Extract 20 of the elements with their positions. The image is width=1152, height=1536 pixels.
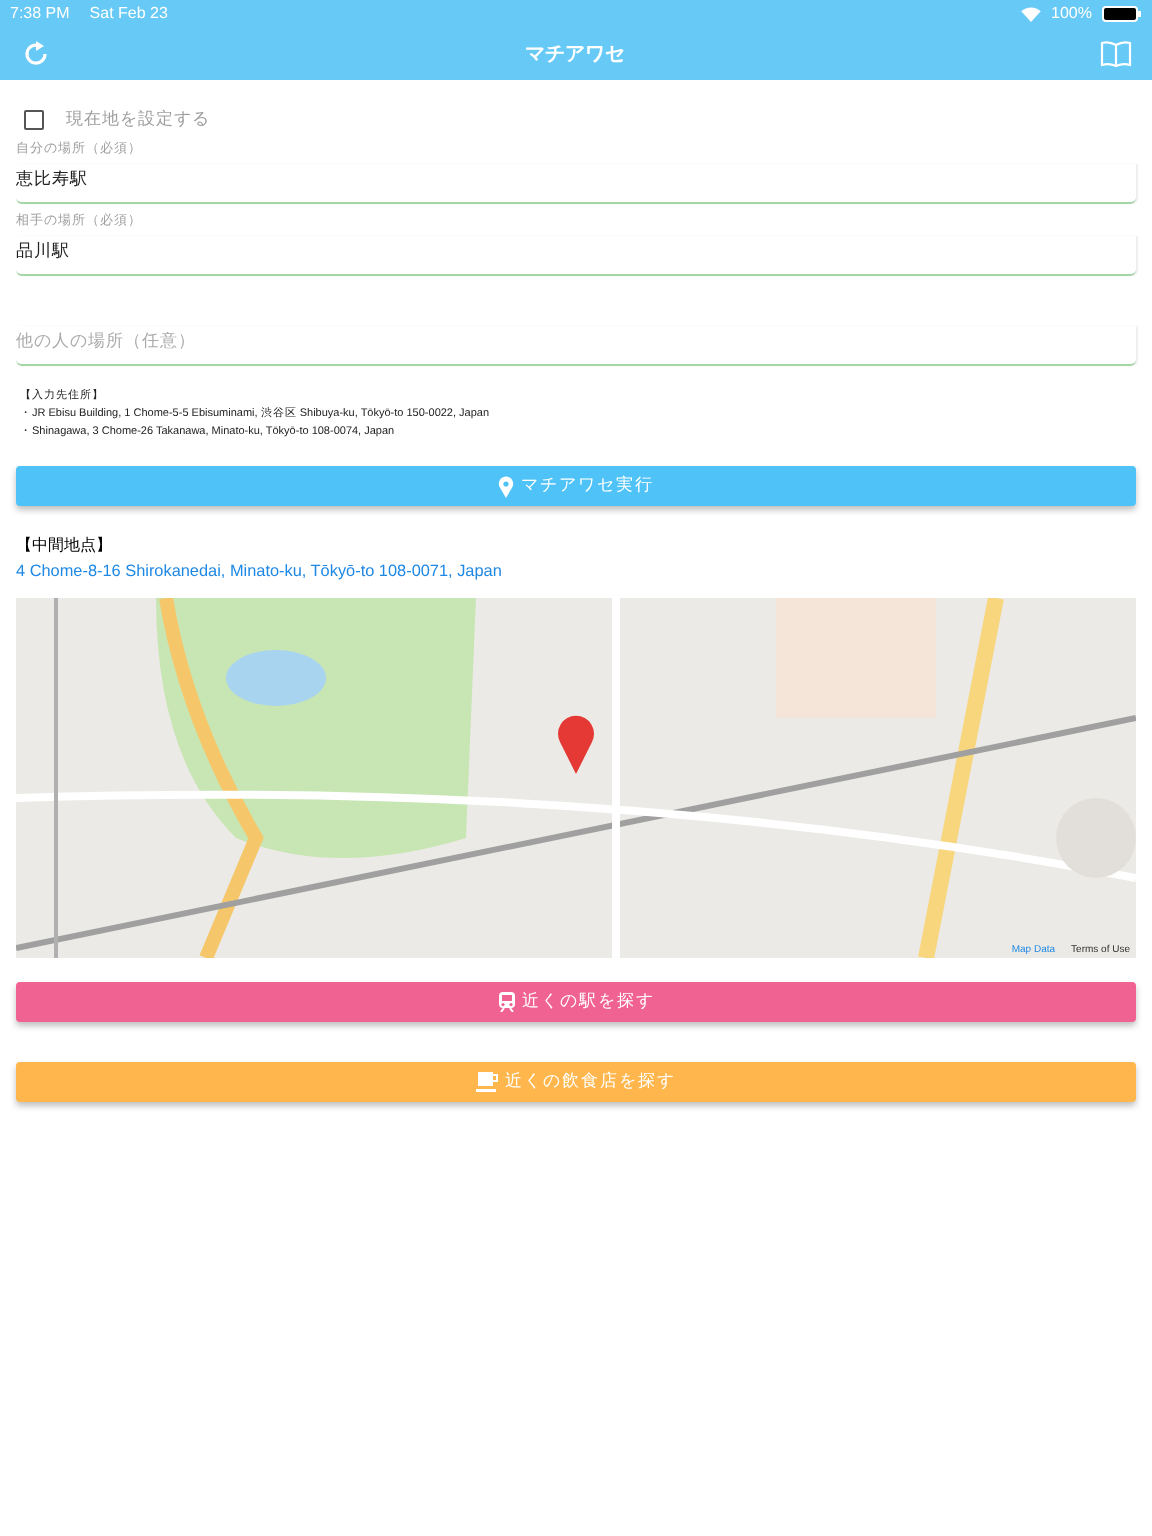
cup-icon bbox=[476, 1072, 499, 1092]
checkbox[interactable] bbox=[24, 109, 44, 129]
pin-icon bbox=[498, 475, 515, 497]
find-station-button[interactable]: 近くの駅を探す bbox=[16, 982, 1136, 1022]
input-field[interactable]: 他の人の場所（任意） bbox=[16, 326, 1136, 366]
wifi-icon bbox=[1019, 5, 1042, 21]
input-field[interactable]: 品川駅 bbox=[16, 236, 1136, 276]
run-button[interactable]: マチアワセ実行 bbox=[16, 466, 1136, 506]
book-icon[interactable] bbox=[1100, 39, 1132, 67]
status-time: 7:38 PM bbox=[10, 4, 70, 22]
status-date: Sat Feb 23 bbox=[89, 4, 168, 22]
battery-icon bbox=[1102, 5, 1142, 21]
refresh-icon[interactable] bbox=[22, 39, 50, 67]
nav-title: マチアワセ bbox=[525, 41, 625, 67]
input-field[interactable]: 恵比寿駅 bbox=[16, 164, 1136, 204]
checkbox-label: 現在地を設定する bbox=[66, 107, 210, 131]
midpoint-link[interactable]: 4 Chome-8-16 Shirokanedai, Minato-ku, Tōkyō-to 108-0071, Japan bbox=[16, 562, 502, 580]
midpoint-heading: 【中間地点】 bbox=[16, 534, 114, 558]
train-icon bbox=[497, 992, 516, 1012]
battery-percent: 100% bbox=[1051, 4, 1092, 22]
